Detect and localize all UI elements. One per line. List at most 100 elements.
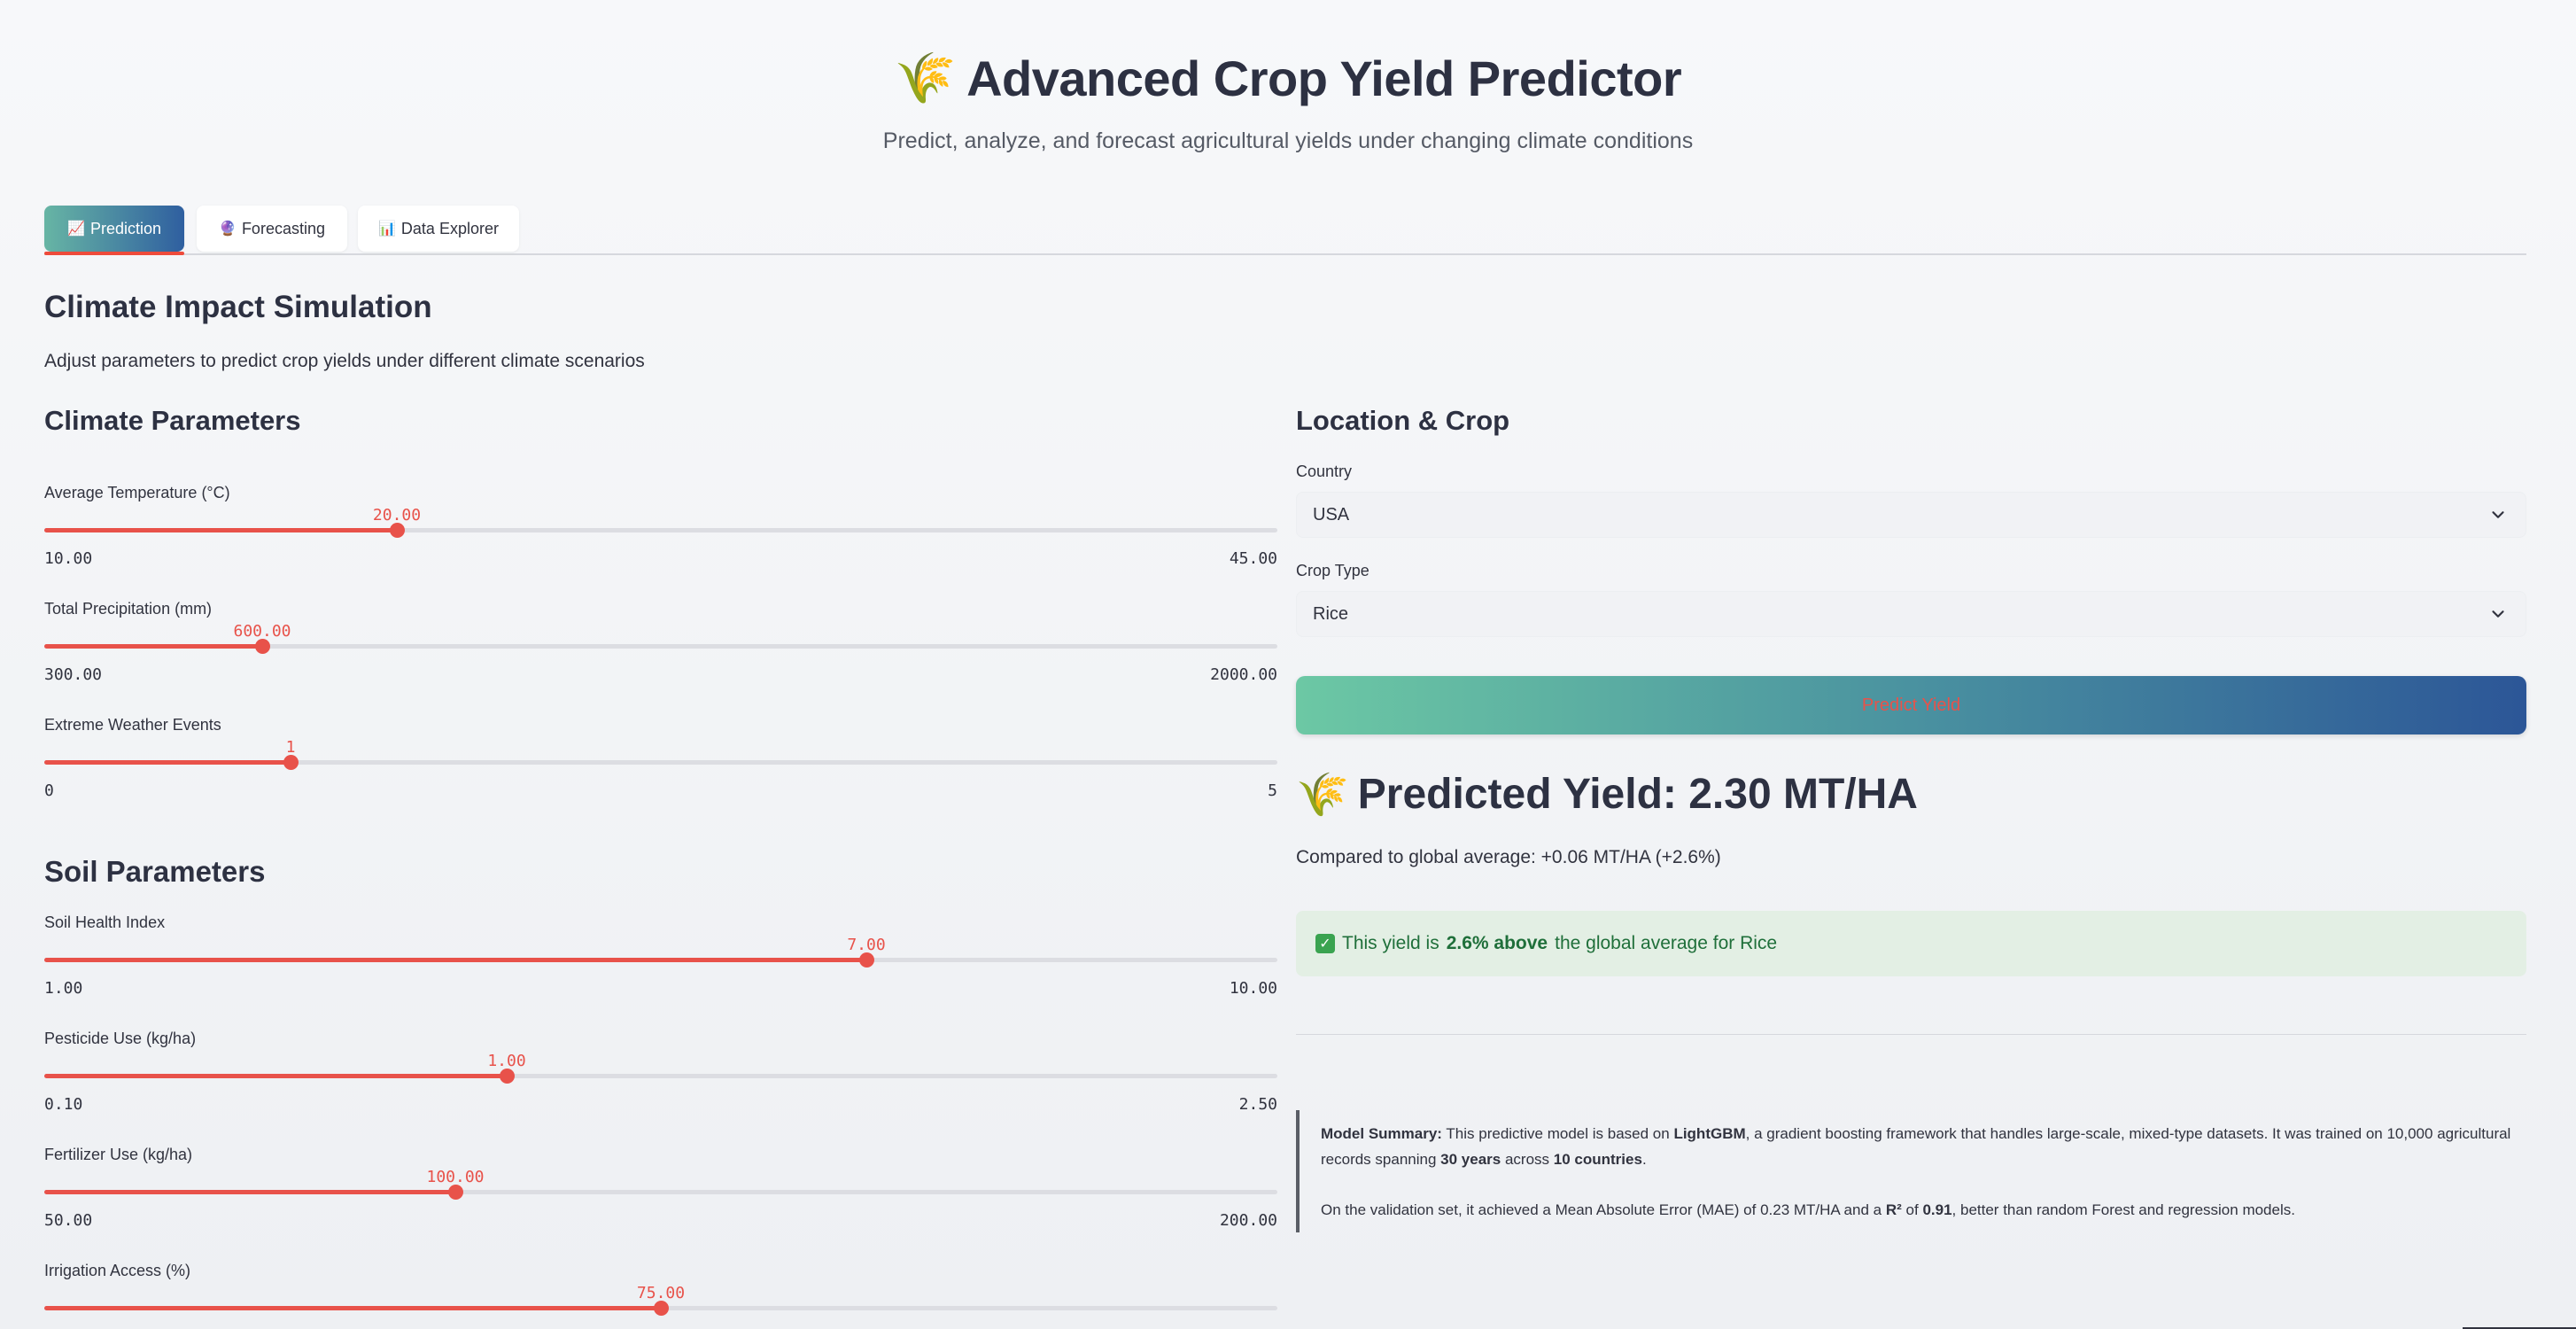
soil-health-slider[interactable]: Soil Health Index 7.00 1.00 10.00 [44, 913, 1277, 1020]
alert-suffix: the global average for Rice [1555, 933, 1778, 953]
page-title: Climate Impact Simulation [44, 290, 432, 324]
app-title-text: Advanced Crop Yield Predictor [966, 50, 1682, 106]
extreme-weather-slider[interactable]: Extreme Weather Events 1 0 5 [44, 716, 1277, 822]
slider-value: 600.00 [233, 622, 291, 641]
summary-r2-label: R² [1885, 1201, 1902, 1218]
slider-thumb[interactable] [500, 1069, 515, 1084]
section-divider [1296, 1034, 2526, 1035]
slider-fill [44, 1074, 507, 1078]
tab-bar: 📈 Prediction 🔮 Forecasting 📊 Data Explor… [44, 206, 2526, 255]
chevron-down-icon [2492, 610, 2504, 618]
location-crop-heading: Location & Crop [1296, 405, 1510, 436]
summary-text: This predictive model is based on [1446, 1125, 1670, 1142]
summary-r2-value: 0.91 [1922, 1201, 1952, 1218]
slider-track[interactable] [44, 952, 1277, 968]
summary-text: , better than random Forest and regressi… [1951, 1201, 2295, 1218]
slider-min: 0 [44, 781, 54, 800]
slider-value: 1 [285, 738, 296, 757]
slider-fill [44, 958, 866, 962]
temperature-slider[interactable]: Average Temperature (°C) 20.00 10.00 45.… [44, 484, 1277, 590]
chevron-down-icon [2492, 511, 2504, 518]
pesticide-slider[interactable]: Pesticide Use (kg/ha) 1.00 0.10 2.50 [44, 1030, 1277, 1136]
check-icon: ✓ [1315, 934, 1335, 953]
slider-thumb[interactable] [283, 755, 299, 770]
active-tab-indicator [44, 252, 184, 255]
summary-countries: 10 countries [1553, 1151, 1642, 1168]
country-value: USA [1313, 504, 1350, 525]
summary-text: across [1504, 1151, 1550, 1168]
slider-thumb[interactable] [390, 523, 405, 538]
chart-up-icon: 📈 [67, 222, 85, 237]
slider-track[interactable] [44, 1069, 1277, 1084]
slider-thumb[interactable] [255, 639, 270, 654]
tab-label: Data Explorer [400, 219, 499, 237]
summary-model: LightGBM [1673, 1125, 1746, 1142]
predict-yield-button[interactable]: Predict Yield [1296, 676, 2526, 734]
slider-min: 50.00 [44, 1211, 93, 1230]
app-header: 🌾 Advanced Crop Yield Predictor Predict,… [0, 49, 2576, 154]
slider-track[interactable] [44, 755, 1277, 770]
summary-paragraph-1: Model Summary: This predictive model is … [1321, 1121, 2526, 1172]
slider-max: 2.50 [1238, 1095, 1277, 1114]
crop-type-label: Crop Type [1296, 562, 1369, 579]
slider-value: 1.00 [487, 1052, 526, 1070]
predicted-yield-heading: 🌾 Predicted Yield: 2.30 MT/HA [1296, 769, 1918, 820]
model-summary: Model Summary: This predictive model is … [1296, 1110, 2526, 1232]
slider-min: 0.10 [44, 1095, 83, 1114]
summary-text: . [1641, 1151, 1647, 1168]
slider-value: 100.00 [426, 1168, 485, 1186]
wheat-icon: 🌾 [1296, 772, 1349, 819]
summary-text: On the validation set, it achieved a Mea… [1321, 1201, 1882, 1218]
crystal-ball-icon: 🔮 [219, 222, 237, 237]
slider-track[interactable] [44, 523, 1277, 538]
tab-label: Prediction [89, 219, 161, 237]
wheat-icon: 🌾 [894, 50, 957, 105]
page-description: Adjust parameters to predict crop yields… [44, 351, 645, 371]
slider-label: Irrigation Access (%) [44, 1262, 191, 1279]
tab-label: Forecasting [241, 219, 325, 237]
slider-track[interactable] [44, 639, 1277, 654]
slider-value: 7.00 [847, 936, 886, 954]
slider-value: 20.00 [372, 506, 422, 525]
slider-track[interactable] [44, 1185, 1277, 1200]
fertilizer-slider[interactable]: Fertilizer Use (kg/ha) 100.00 50.00 200.… [44, 1146, 1277, 1252]
summary-text: of [1905, 1201, 1919, 1218]
tab-forecasting[interactable]: 🔮 Forecasting [197, 206, 347, 252]
bar-chart-icon: 📊 [378, 222, 396, 237]
alert-bold: 2.6% above [1446, 933, 1548, 953]
slider-min: 1.00 [44, 979, 83, 998]
summary-years: 30 years [1440, 1151, 1501, 1168]
slider-min: 300.00 [44, 665, 103, 684]
slider-label: Fertilizer Use (kg/ha) [44, 1146, 193, 1163]
crop-type-value: Rice [1313, 603, 1349, 624]
climate-parameters-heading: Climate Parameters [44, 405, 301, 436]
summary-paragraph-2: On the validation set, it achieved a Mea… [1321, 1197, 2526, 1223]
crop-type-select[interactable]: Rice [1296, 591, 2526, 637]
tab-data-explorer[interactable]: 📊 Data Explorer [358, 206, 519, 252]
slider-fill [44, 760, 291, 765]
slider-max: 5 [1268, 781, 1277, 800]
predicted-yield-text: Predicted Yield: 2.30 MT/HA [1357, 771, 1918, 818]
slider-label: Extreme Weather Events [44, 716, 221, 734]
soil-parameters-heading: Soil Parameters [44, 855, 266, 888]
slider-thumb[interactable] [859, 952, 874, 968]
slider-min: 10.00 [44, 549, 93, 568]
slider-thumb[interactable] [448, 1185, 463, 1200]
slider-label: Total Precipitation (mm) [44, 600, 213, 618]
slider-track[interactable] [44, 1301, 1277, 1316]
irrigation-slider[interactable]: Irrigation Access (%) 75.00 [44, 1262, 1277, 1329]
slider-max: 10.00 [1229, 979, 1277, 998]
global-comparison-text: Compared to global average: +0.06 MT/HA … [1296, 847, 1721, 867]
slider-fill [44, 528, 397, 532]
country-select[interactable]: USA [1296, 492, 2526, 538]
summary-label: Model Summary: [1321, 1125, 1442, 1142]
slider-fill [44, 644, 262, 649]
app-title: 🌾 Advanced Crop Yield Predictor [894, 49, 1682, 107]
tab-prediction[interactable]: 📈 Prediction [44, 206, 184, 252]
alert-prefix: This yield is [1342, 933, 1439, 953]
success-alert: ✓ This yield is 2.6% above the global av… [1296, 911, 2526, 976]
app-subtitle: Predict, analyze, and forecast agricultu… [882, 128, 1694, 153]
slider-fill [44, 1190, 455, 1194]
precipitation-slider[interactable]: Total Precipitation (mm) 600.00 300.00 2… [44, 600, 1277, 706]
slider-thumb[interactable] [654, 1301, 669, 1316]
